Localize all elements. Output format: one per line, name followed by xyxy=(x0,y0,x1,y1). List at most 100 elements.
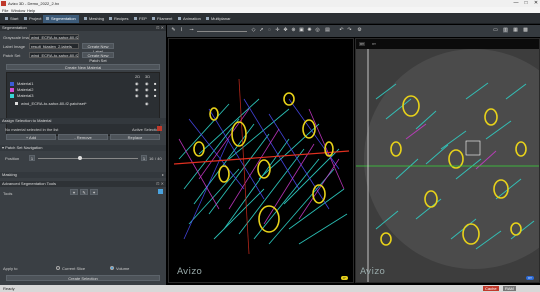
panel-close-icon[interactable]: ⊡ ✕ xyxy=(156,25,164,31)
pencil-icon[interactable]: ✎ xyxy=(171,28,176,33)
brush-icon[interactable]: ⌇ xyxy=(179,28,184,33)
tab-filament[interactable]: Filament xyxy=(149,15,175,23)
create-new-material-button[interactable]: Create New Material xyxy=(6,64,160,70)
create-new-label-button[interactable]: Create New Label xyxy=(82,43,114,54)
tab-animation[interactable]: Animation xyxy=(175,15,204,23)
move-icon[interactable]: ✥ xyxy=(283,28,288,33)
material-color-swatch[interactable] xyxy=(10,81,14,86)
maximize-button[interactable]: □ xyxy=(521,0,531,7)
patch-set-row[interactable]: wind_ECRA-to-sahcr-80-f2.patchset* xyxy=(15,101,87,107)
tab-recipes[interactable]: Recipes xyxy=(106,15,131,23)
tool-magic-wand-button[interactable]: ✦ xyxy=(90,189,98,195)
mesh-icon xyxy=(84,17,87,21)
size-slider-icon[interactable]: ⊸ xyxy=(189,28,194,33)
patch-set-select[interactable]: wind_ECRA-to-sahcr-80-f2.patch xyxy=(29,52,79,58)
col-2d-header: 2D xyxy=(135,74,141,79)
select-icon[interactable]: ◇ xyxy=(251,28,256,33)
eye-icon[interactable]: ◉ xyxy=(135,93,139,98)
crosshair-icon[interactable]: ✛ xyxy=(275,28,280,33)
avizo-app-icon xyxy=(1,1,6,6)
viewer-3d[interactable]: Avizo 0° xyxy=(168,38,354,283)
slice-axis-label: XY xyxy=(372,42,377,46)
lock-icon[interactable]: ■ xyxy=(154,93,156,98)
assign-selection-header: Assign Selection to Material xyxy=(0,118,166,124)
slice-orientation-tag[interactable]: XY xyxy=(359,42,366,46)
expand-icon[interactable]: ▸ xyxy=(162,172,164,178)
fill-icon[interactable]: ▣ xyxy=(299,28,304,33)
create-selection-button[interactable]: Create Selection xyxy=(6,275,160,281)
replace-button[interactable]: Replace xyxy=(110,134,160,140)
scale-badge-2d[interactable]: XY xyxy=(526,276,535,280)
position-slider-track[interactable] xyxy=(38,158,138,159)
redo-icon[interactable]: ↷ xyxy=(347,28,352,33)
eye-icon[interactable]: ◉ xyxy=(145,101,149,106)
layout-quad-icon[interactable]: ▦ xyxy=(513,28,518,33)
position-label: Position xyxy=(5,156,20,161)
brush-size-slider[interactable] xyxy=(197,31,247,32)
tool-lasso-button[interactable]: ✎ xyxy=(80,189,88,195)
avizo-watermark-2d: Avizo xyxy=(360,267,386,277)
eye-icon[interactable]: ◉ xyxy=(145,81,149,86)
tool-settings-icon[interactable] xyxy=(158,189,163,194)
tab-fep[interactable]: FEP xyxy=(131,15,150,23)
tool-brush-button[interactable]: ⌖ xyxy=(70,189,78,195)
panel-close-icon[interactable]: ⊡ ✕ xyxy=(156,181,164,187)
position-max[interactable]: 1 xyxy=(141,155,147,161)
tab-segmentation[interactable]: Segmentation xyxy=(43,15,79,23)
material-color-swatch[interactable] xyxy=(10,93,14,98)
status-bar: Ready Cache RAM xyxy=(0,285,540,292)
material-color-swatch[interactable] xyxy=(10,87,14,92)
status-alert[interactable]: Cache xyxy=(483,286,499,291)
apply-to-label: Apply to xyxy=(3,266,18,271)
scale-badge-3d[interactable]: 0° xyxy=(341,276,348,280)
tab-multiplanar[interactable]: Multiplanar xyxy=(203,15,234,23)
avizo-watermark-3d: Avizo xyxy=(177,267,203,277)
no-material-text: No material selected in the list xyxy=(5,127,59,132)
slice-render-2d xyxy=(356,49,539,282)
settings-icon[interactable]: ⚙ xyxy=(357,28,362,33)
recipe-icon xyxy=(109,17,112,21)
label-image-select[interactable]: result_fdaslen_2.labels xyxy=(29,43,79,49)
status-ram: RAM xyxy=(503,286,516,291)
layout-single-icon[interactable]: ▭ xyxy=(493,28,498,33)
undo-icon[interactable]: ↶ xyxy=(339,28,344,33)
tab-start[interactable]: Start xyxy=(2,15,21,23)
position-min[interactable]: 1 xyxy=(29,155,35,161)
add-button[interactable]: + Add xyxy=(6,134,56,140)
workspace-tabs: Start Project Segmentation Meshing Recip… xyxy=(0,13,540,24)
lock-icon[interactable]: ■ xyxy=(154,81,156,86)
current-slice-radio[interactable] xyxy=(56,266,60,270)
volume-render-3d xyxy=(173,78,350,255)
volume-radio[interactable] xyxy=(110,266,114,270)
eye-icon[interactable]: ◉ xyxy=(135,81,139,86)
zoom-icon[interactable]: ⊕ xyxy=(291,28,296,33)
window-title: Avizo 3D - Demo_2022_2.hx xyxy=(8,1,60,6)
camera-icon[interactable]: ▤ xyxy=(325,28,330,33)
material-row[interactable]: Material3 xyxy=(10,93,33,99)
close-button[interactable]: ✕ xyxy=(531,0,540,7)
layout-split-icon[interactable]: ▥ xyxy=(503,28,508,33)
lasso-icon[interactable]: ◌ xyxy=(267,28,272,33)
view-icon[interactable]: ◎ xyxy=(315,28,320,33)
volume-label: Volume xyxy=(116,266,130,271)
eye-icon[interactable]: ◉ xyxy=(145,87,149,92)
magic-icon[interactable]: ✺ xyxy=(307,28,312,33)
segmentation-panel: Segmentation ⊡ ✕ Grayscale Image wind_EC… xyxy=(0,25,166,285)
layout-grid-icon[interactable]: ▩ xyxy=(523,28,528,33)
eye-icon[interactable]: ◉ xyxy=(145,93,149,98)
position-slider-knob[interactable] xyxy=(78,156,82,160)
grayscale-image-select[interactable]: wind_ECRA-to-sahcr-80-f2.am xyxy=(29,34,79,40)
lock-icon[interactable]: ■ xyxy=(154,87,156,92)
project-icon xyxy=(24,17,27,21)
masking-header[interactable]: Masking ▸ xyxy=(0,172,166,178)
create-new-patch-set-button[interactable]: Create New Patch Set xyxy=(82,52,114,63)
tab-project[interactable]: Project xyxy=(21,15,44,23)
patch-navigation-header[interactable]: ▾ Patch Set Navigation xyxy=(0,145,166,151)
pointer-icon[interactable]: ➚ xyxy=(259,28,264,33)
remove-button[interactable]: - Remove xyxy=(58,134,108,140)
tab-meshing[interactable]: Meshing xyxy=(81,15,107,23)
eye-icon[interactable]: ◉ xyxy=(135,87,139,92)
minimize-button[interactable]: — xyxy=(511,0,521,7)
viewer-2d-slice[interactable]: XY XY Avizo XY xyxy=(355,38,540,283)
animation-icon xyxy=(178,17,181,21)
